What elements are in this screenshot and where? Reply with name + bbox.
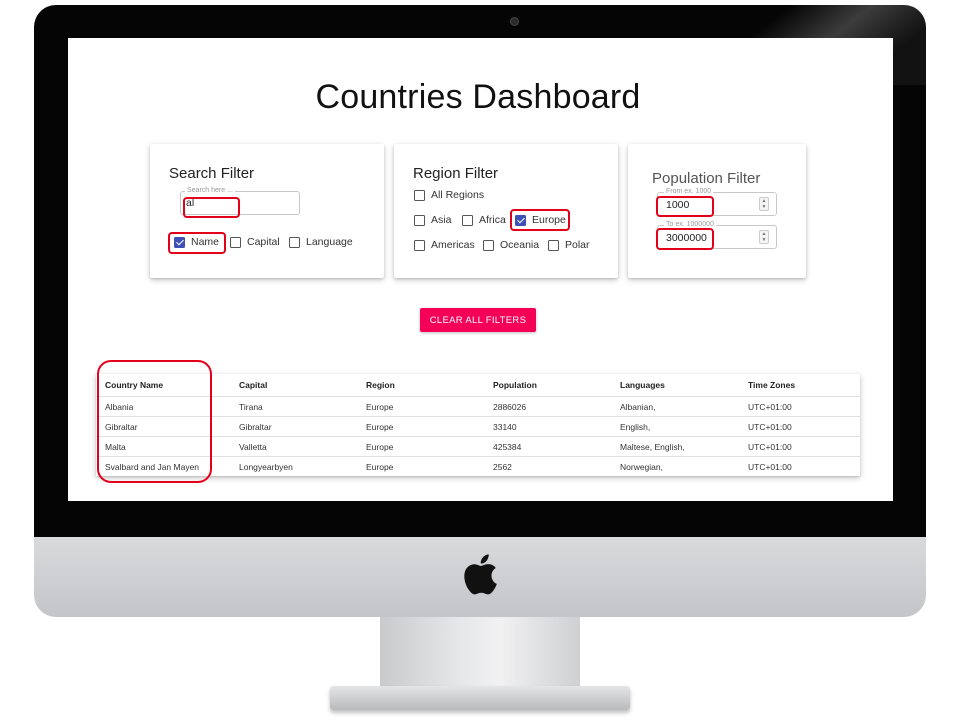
cell-time-zones: UTC+01:00 [739, 436, 860, 457]
imac-stand-neck [380, 617, 580, 687]
page-title: Countries Dashboard [315, 78, 641, 116]
checkbox-language-label: Language [306, 236, 353, 248]
population-from-label: From ex. 1000 [664, 188, 714, 195]
cell-population: 2886026 [484, 396, 611, 417]
cell-languages: English, [611, 416, 739, 437]
highlight-population-to [656, 228, 714, 250]
checkbox-icon [414, 239, 425, 251]
search-filter-card: Search Filter Search here ... al Name Ca… [150, 144, 384, 278]
column-header-population[interactable]: Population [484, 374, 611, 397]
checkbox-africa-label: Africa [479, 214, 506, 226]
cell-region: Europe [357, 416, 484, 437]
checkbox-icon [289, 236, 300, 248]
checkbox-oceania[interactable]: Oceania [483, 239, 539, 251]
cell-time-zones: UTC+01:00 [739, 416, 860, 437]
cell-capital: Valletta [230, 436, 357, 457]
stepper-icon[interactable]: ▲ ▼ [759, 197, 769, 211]
screen: Countries Dashboard Search Filter Search… [68, 38, 893, 501]
cell-time-zones: UTC+01:00 [739, 396, 860, 417]
cell-population: 425384 [484, 436, 611, 457]
checkbox-icon [462, 214, 473, 226]
checkbox-language[interactable]: Language [289, 236, 353, 248]
checkbox-capital[interactable]: Capital [230, 236, 280, 248]
cell-capital: Tirana [230, 396, 357, 417]
column-header-region[interactable]: Region [357, 374, 484, 397]
cell-time-zones: UTC+01:00 [748, 461, 792, 472]
column-header-time-zones[interactable]: Time Zones [739, 374, 860, 397]
highlight-europe-checkbox [510, 209, 570, 231]
highlight-search-input [183, 197, 240, 218]
cell-capital: Gibraltar [230, 416, 357, 437]
population-to-label: To ex. 1000000 [664, 221, 716, 228]
cell-population: 2562 [493, 461, 512, 472]
apple-logo-icon [464, 554, 497, 595]
checkbox-asia-label: Asia [431, 214, 452, 226]
checkbox-americas[interactable]: Americas [414, 239, 475, 251]
region-filter-card: Region Filter All Regions Asia Africa Eu… [394, 144, 618, 278]
cell-region: Europe [366, 461, 394, 472]
checkbox-icon [230, 236, 241, 248]
checkbox-africa[interactable]: Africa [462, 214, 506, 226]
checkbox-icon [548, 239, 559, 251]
column-header-languages[interactable]: Languages [611, 374, 739, 397]
clear-all-filters-button[interactable]: CLEAR ALL FILTERS [420, 308, 536, 332]
checkbox-asia[interactable]: Asia [414, 214, 451, 226]
stepper-icon[interactable]: ▲ ▼ [759, 230, 769, 244]
cell-population: 33140 [484, 416, 611, 437]
checkbox-icon [483, 239, 494, 251]
search-filter-title: Search Filter [169, 165, 255, 182]
checkbox-polar-label: Polar [565, 239, 590, 251]
imac-stand-foot [330, 686, 630, 710]
highlight-country-name-column [97, 360, 212, 483]
cell-languages: Norwegian, [620, 461, 663, 472]
checkbox-all-regions-label: All Regions [431, 189, 485, 201]
camera-icon [510, 17, 519, 26]
search-input-label: Search here ... [185, 187, 235, 194]
cell-region: Europe [357, 436, 484, 457]
population-filter-title: Population Filter [652, 170, 761, 187]
checkbox-icon [414, 214, 425, 226]
highlight-name-checkbox [168, 232, 226, 254]
checkbox-icon [414, 189, 425, 201]
checkbox-all-regions[interactable]: All Regions [414, 189, 484, 201]
region-filter-title: Region Filter [413, 165, 499, 182]
checkbox-americas-label: Americas [431, 239, 475, 251]
highlight-population-from [656, 196, 714, 217]
cell-languages: Albanian, [611, 396, 739, 417]
checkbox-polar[interactable]: Polar [548, 239, 590, 251]
checkbox-oceania-label: Oceania [500, 239, 540, 251]
checkbox-capital-label: Capital [247, 236, 280, 248]
column-header-capital[interactable]: Capital [230, 374, 357, 397]
cell-languages: Maltese, English, [611, 436, 739, 457]
cell-region: Europe [357, 396, 484, 417]
population-filter-card: Population Filter From ex. 1000 1000 ▲ ▼ … [628, 144, 806, 278]
cell-capital: Longyearbyen [239, 461, 293, 472]
